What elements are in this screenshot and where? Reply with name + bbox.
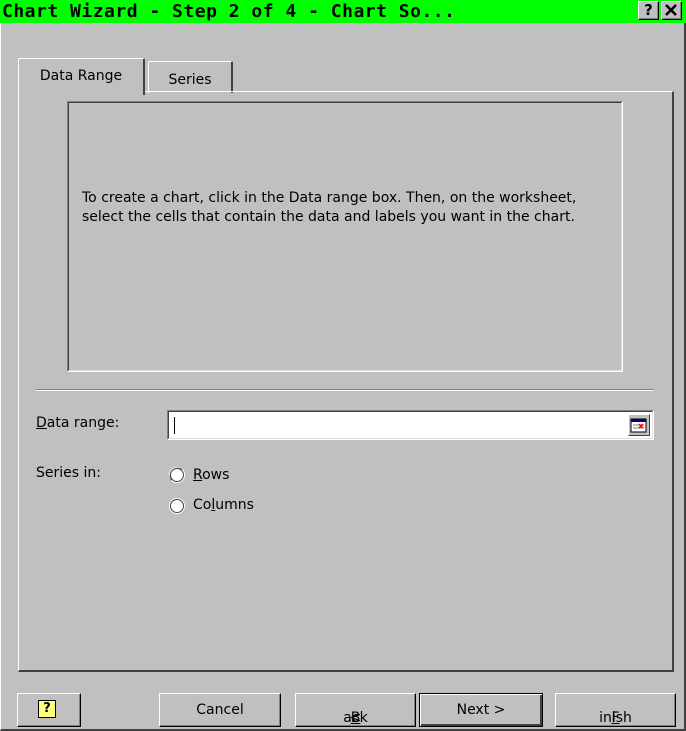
close-button[interactable] <box>661 1 682 20</box>
window-title: Chart Wizard - Step 2 of 4 - Chart So... <box>2 1 456 22</box>
cancel-button[interactable]: Cancel <box>159 693 281 727</box>
title-help-button[interactable]: ? <box>638 1 659 20</box>
separator <box>36 389 654 391</box>
data-range-label: Data range: <box>36 415 120 431</box>
tab-data-range[interactable]: Data Range <box>18 58 145 95</box>
range-collapse-icon <box>630 418 647 433</box>
text-caret <box>174 417 175 434</box>
preview-message: To create a chart, click in the Data ran… <box>82 190 577 225</box>
range-collapse-button[interactable] <box>628 414 650 436</box>
radio-columns[interactable] <box>168 497 186 515</box>
chart-preview-box: To create a chart, click in the Data ran… <box>67 101 623 372</box>
radio-columns-label[interactable]: Columns <box>193 497 254 513</box>
series-in-label: Series in: <box>36 465 101 481</box>
data-range-input[interactable] <box>167 410 654 440</box>
help-icon: ? <box>38 700 56 718</box>
finish-button[interactable]: Finish <box>555 693 676 727</box>
help-button[interactable]: ? <box>17 693 81 727</box>
next-button[interactable]: Next > <box>419 693 543 727</box>
tab-series-label: Series <box>168 72 212 88</box>
title-bar[interactable]: Chart Wizard - Step 2 of 4 - Chart So...… <box>0 0 686 23</box>
close-icon <box>665 4 677 16</box>
tab-data-range-label: Data Range <box>39 68 123 84</box>
tab-series[interactable]: Series <box>148 61 233 93</box>
radio-rows[interactable] <box>168 466 186 484</box>
back-button[interactable]: < Back <box>295 693 416 727</box>
radio-rows-label[interactable]: Rows <box>193 467 229 483</box>
